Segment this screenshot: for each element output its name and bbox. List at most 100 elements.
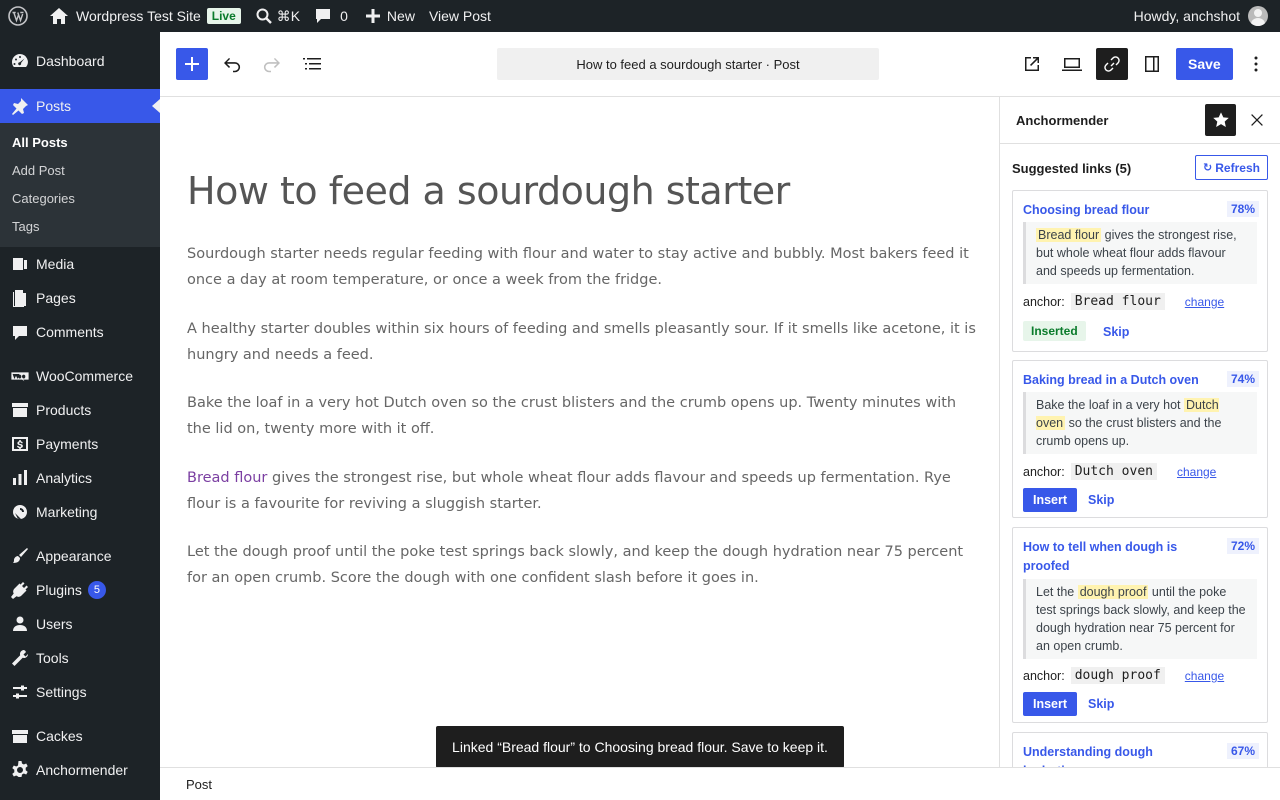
skip-button[interactable]: Skip xyxy=(1088,697,1114,711)
wordpress-logo-icon[interactable] xyxy=(0,0,42,32)
paragraph-block[interactable]: Sourdough starter needs regular feeding … xyxy=(187,241,977,293)
suggestion-excerpt: Let the dough proof until the poke test … xyxy=(1023,579,1257,659)
sidebar-label: Marketing xyxy=(36,504,98,520)
link-icon xyxy=(1104,56,1120,72)
suggestion-title[interactable]: Choosing bread flour xyxy=(1023,201,1213,220)
excerpt-text: Let the xyxy=(1036,585,1078,599)
suggestion-title[interactable]: How to tell when dough is proofed xyxy=(1023,538,1213,576)
sidebar-item-media[interactable]: Media xyxy=(0,247,160,281)
more-vertical-icon xyxy=(1254,56,1258,72)
sidebar-item-tools[interactable]: Tools xyxy=(0,641,160,675)
list-view-icon xyxy=(303,58,321,70)
sidebar-item-pages[interactable]: Pages xyxy=(0,281,160,315)
view-post-link[interactable]: View Post xyxy=(422,0,498,32)
live-badge: Live xyxy=(206,8,241,24)
sidebar-item-dashboard[interactable]: Dashboard xyxy=(0,44,160,78)
sidebar-item-plugins[interactable]: Plugins 5 xyxy=(0,573,160,607)
anchormender-link-button[interactable] xyxy=(1096,48,1128,80)
block-breadcrumb[interactable]: Post xyxy=(186,777,212,792)
skip-button[interactable]: Skip xyxy=(1103,325,1129,339)
sidebar-item-appearance[interactable]: Appearance xyxy=(0,539,160,573)
sidebar-item-payments[interactable]: Payments xyxy=(0,427,160,461)
site-name-link[interactable]: Wordpress Test Site Live xyxy=(42,0,248,32)
comment-bubble-icon xyxy=(314,7,332,25)
redo-button[interactable] xyxy=(256,48,288,80)
change-anchor-link[interactable]: change xyxy=(1185,295,1224,309)
sidebar-label: Posts xyxy=(36,98,72,114)
block-inserter-button[interactable] xyxy=(176,48,208,80)
change-anchor-link[interactable]: change xyxy=(1185,669,1224,683)
snackbar-text: Linked “Bread flour” to Choosing bread f… xyxy=(452,739,828,755)
admin-bar: Wordpress Test Site Live ⌘K 0 New View P… xyxy=(0,0,1280,32)
relevance-score: 78% xyxy=(1226,201,1259,217)
avatar[interactable] xyxy=(1248,6,1268,26)
save-button[interactable]: Save xyxy=(1176,48,1233,80)
snackbar-notice[interactable]: Linked “Bread flour” to Choosing bread f… xyxy=(436,726,844,768)
sliders-icon xyxy=(13,685,27,699)
comments-link[interactable]: 0 xyxy=(307,0,355,32)
anchor-label: anchor: xyxy=(1023,464,1065,479)
anchor-label: anchor: xyxy=(1023,668,1065,683)
anchor-row: anchor: Bread flour change xyxy=(1023,293,1224,310)
search-shortcut: ⌘K xyxy=(276,7,301,24)
sidebar-label: WooCommerce xyxy=(36,368,133,384)
paragraph-block[interactable]: Bread flour gives the strongest rise, bu… xyxy=(187,465,977,517)
submenu-all-posts[interactable]: All Posts xyxy=(0,129,160,157)
paragraph-block[interactable]: Bake the loaf in a very hot Dutch oven s… xyxy=(187,390,977,442)
inserted-link[interactable]: Bread flour xyxy=(187,470,267,486)
wrench-icon xyxy=(12,649,29,666)
close-panel-button[interactable] xyxy=(1248,111,1266,129)
anchor-label: anchor: xyxy=(1023,294,1065,309)
sidebar-item-cackes[interactable]: Cackes xyxy=(0,719,160,753)
refresh-button[interactable]: ↻ Refresh xyxy=(1195,155,1268,180)
archive-icon xyxy=(12,730,28,743)
pin-panel-button[interactable] xyxy=(1205,104,1236,136)
preview-device-button[interactable] xyxy=(1056,48,1088,80)
submenu-add-post[interactable]: Add Post xyxy=(0,157,160,185)
star-icon xyxy=(1212,112,1229,128)
laptop-icon xyxy=(1062,58,1082,71)
paragraph-text: gives the strongest rise, but whole whea… xyxy=(187,470,951,512)
paragraph-block[interactable]: A healthy starter doubles within six hou… xyxy=(187,316,977,368)
anchormender-panel: Anchormender Suggested links (5) ↻ Refre… xyxy=(999,97,1280,767)
post-title[interactable]: How to feed a sourdough starter xyxy=(187,169,790,213)
paintbrush-icon xyxy=(13,548,28,563)
command-search-button[interactable]: ⌘K xyxy=(248,0,307,32)
sidebar-item-woocommerce[interactable]: WooCommerce xyxy=(0,359,160,393)
sidebar-item-products[interactable]: Products xyxy=(0,393,160,427)
sidebar-item-posts[interactable]: Posts xyxy=(0,89,160,123)
plus-icon xyxy=(185,57,199,71)
sidebar-label: Media xyxy=(36,256,75,272)
comments-icon xyxy=(13,326,27,340)
inserted-badge: Inserted xyxy=(1023,321,1086,341)
insert-button[interactable]: Insert xyxy=(1023,692,1078,716)
sidebar-item-anchormender[interactable]: Anchormender xyxy=(0,753,160,787)
sidebar-item-settings[interactable]: Settings xyxy=(0,675,160,709)
submenu-tags[interactable]: Tags xyxy=(0,213,160,241)
sidebar-label: Cackes xyxy=(36,728,83,744)
insert-button[interactable]: Insert xyxy=(1023,488,1078,512)
new-content-link[interactable]: New xyxy=(355,0,422,32)
suggestion-title[interactable]: Understanding dough hydration xyxy=(1023,743,1213,767)
undo-button[interactable] xyxy=(216,48,248,80)
options-menu-button[interactable] xyxy=(1240,48,1272,80)
skip-button[interactable]: Skip xyxy=(1088,493,1114,507)
sidebar-item-marketing[interactable]: Marketing xyxy=(0,495,160,529)
document-title-bar[interactable]: How to feed a sourdough starter · Post xyxy=(497,48,879,80)
settings-sidebar-toggle[interactable] xyxy=(1136,48,1168,80)
sidebar-item-analytics[interactable]: Analytics xyxy=(0,461,160,495)
site-name: Wordpress Test Site xyxy=(76,8,201,24)
view-post-button[interactable] xyxy=(1016,48,1048,80)
document-overview-button[interactable] xyxy=(296,48,328,80)
howdy-user[interactable]: Howdy, anchshot xyxy=(1134,8,1240,24)
sidebar-label: Appearance xyxy=(36,548,112,564)
sidebar-label: Dashboard xyxy=(36,53,105,69)
sidebar-item-users[interactable]: Users xyxy=(0,607,160,641)
paragraph-block[interactable]: Let the dough proof until the poke test … xyxy=(187,539,977,591)
external-link-icon xyxy=(1025,57,1039,71)
submenu-categories[interactable]: Categories xyxy=(0,185,160,213)
anchor-text: Bread flour xyxy=(1070,293,1165,310)
sidebar-item-comments[interactable]: Comments xyxy=(0,315,160,349)
suggestion-title[interactable]: Baking bread in a Dutch oven xyxy=(1023,371,1213,390)
change-anchor-link[interactable]: change xyxy=(1177,465,1216,479)
